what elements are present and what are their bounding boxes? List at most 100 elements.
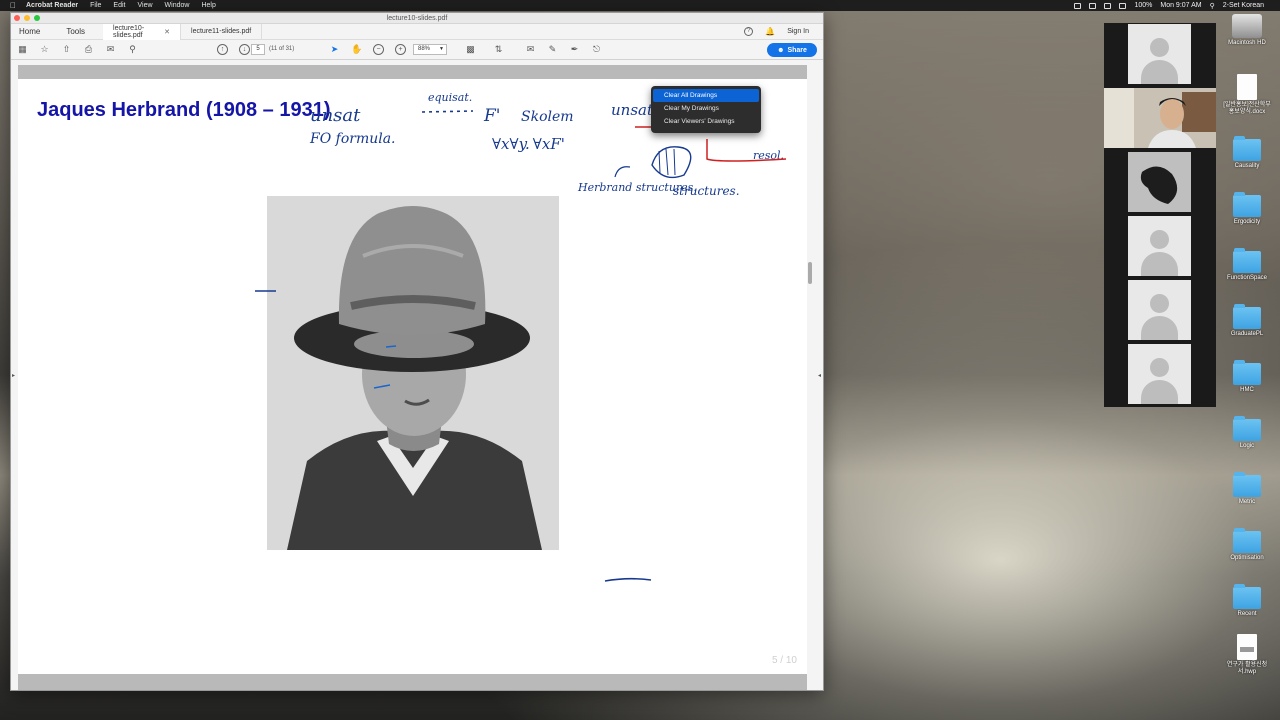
search-icon[interactable]: ⚲	[1210, 2, 1215, 10]
page-count: (11 of 31)	[269, 46, 295, 52]
slide-page-indicator: 5 / 10	[771, 655, 797, 666]
person-add-icon: ☻	[777, 46, 785, 54]
help-icon[interactable]: ?	[744, 27, 754, 36]
zoom-value: 88%	[418, 46, 431, 52]
desktop-icon-logic[interactable]: Logic	[1222, 416, 1272, 450]
toolbar: ▦ ☆ ⇧ ⎙ ✉ ⚲ ↑ ↓ 5 (11 of 31) ➤ ✋ − + 88%…	[11, 40, 823, 60]
battery-percent[interactable]: 100%	[1134, 2, 1152, 9]
page-gap-top	[18, 65, 807, 79]
notification-bell-icon[interactable]: 🔔	[765, 27, 775, 36]
clock[interactable]: Mon 9:07 AM	[1160, 2, 1201, 9]
desktop-icon-functionspace[interactable]: FunctionSpace	[1222, 248, 1272, 282]
participant-tile[interactable]	[1104, 23, 1216, 85]
desktop-icon-docx[interactable]: [일반홍보]전산학부 홍보양식.docx	[1222, 74, 1272, 116]
nav-home[interactable]: Home	[19, 27, 40, 36]
email-icon[interactable]: ✉	[105, 44, 116, 55]
search-icon[interactable]: ⚲	[127, 44, 138, 55]
participant-tile[interactable]	[1104, 279, 1216, 341]
desktop-icon-label: Logic	[1239, 443, 1255, 449]
participant-tile[interactable]	[1104, 343, 1216, 405]
annotation-equisat: equisat.	[428, 91, 472, 104]
highlight-pen-icon[interactable]: ✎	[547, 44, 558, 55]
menu-view[interactable]: View	[137, 2, 152, 9]
vertical-scrollbar[interactable]	[808, 262, 812, 284]
share-button[interactable]: ☻ Share	[767, 43, 817, 57]
desktop-icon-causality[interactable]: Causality	[1222, 136, 1272, 170]
participant-tile-video[interactable]	[1104, 87, 1216, 149]
participant-tile[interactable]	[1104, 215, 1216, 277]
close-tab-icon[interactable]: ✕	[164, 28, 170, 36]
pdf-page[interactable]: Jaques Herbrand (1908 – 1931) unsat FO f…	[18, 79, 807, 674]
desktop-icon-label: FunctionSpace	[1226, 275, 1268, 281]
folder-icon	[1233, 248, 1261, 273]
page-gap-bottom	[18, 674, 807, 690]
next-page-icon[interactable]: ↓	[239, 44, 250, 55]
fit-page-icon[interactable]: ▩	[465, 44, 476, 55]
portrait-image	[267, 196, 559, 550]
slide-title: Jaques Herbrand (1908 – 1931)	[37, 99, 331, 121]
desktop-icon-hmc[interactable]: HMC	[1222, 360, 1272, 394]
clear-my-drawings-item[interactable]: Clear My Drawings	[653, 102, 759, 115]
nav-tools[interactable]: Tools	[66, 27, 85, 36]
scroll-mode-icon[interactable]: ⇅	[493, 44, 504, 55]
desktop-icon-recent[interactable]: Recent	[1222, 584, 1272, 618]
desktop-icon-label: Ergodicity	[1233, 219, 1261, 225]
desktop-icon-macintosh-hd[interactable]: Macintosh HD	[1222, 14, 1272, 47]
participant-tile[interactable]	[1104, 151, 1216, 213]
hand-tool-icon[interactable]: ✋	[351, 44, 362, 55]
document-file-icon	[1237, 74, 1257, 100]
desktop-icon-hwp[interactable]: 연구가 활용신청서.hwp	[1222, 634, 1272, 676]
desktop-icon-label: Metric	[1238, 499, 1256, 505]
participant-strip	[1104, 23, 1216, 407]
left-panel-toggle-icon[interactable]: ▸	[12, 372, 15, 379]
desktop-icon-label: Optimisation	[1230, 555, 1264, 561]
input-source[interactable]: 2-Set Korean	[1223, 2, 1264, 9]
right-panel-toggle-icon[interactable]: ◂	[818, 372, 821, 379]
draw-icon[interactable]: ✒	[569, 44, 580, 55]
desktop-icon-label: Recent	[1237, 611, 1257, 617]
menu-file[interactable]: File	[90, 2, 101, 9]
annotation-herbrand-structures: Herbrand structures.	[577, 181, 697, 194]
page-number-input[interactable]: 5	[251, 44, 265, 55]
document-area: Jaques Herbrand (1908 – 1931) unsat FO f…	[11, 62, 823, 690]
select-cursor-icon[interactable]: ➤	[329, 44, 340, 55]
desktop-icon-metric[interactable]: Metric	[1222, 472, 1272, 506]
clear-viewers-drawings-item[interactable]: Clear Viewers' Drawings	[653, 115, 759, 128]
tab-lecture10[interactable]: lecture10-slides.pdf ✕	[103, 23, 182, 40]
comment-icon[interactable]: ✉	[525, 44, 536, 55]
upload-icon[interactable]: ⇧	[61, 44, 72, 55]
zoom-out-icon[interactable]: −	[373, 44, 384, 55]
clear-all-drawings-item[interactable]: Clear All Drawings	[653, 89, 759, 102]
menu-app-name[interactable]: Acrobat Reader	[26, 2, 78, 9]
desktop-icon-optimisation[interactable]: Optimisation	[1222, 528, 1272, 562]
menu-window[interactable]: Window	[165, 2, 190, 9]
hwp-file-icon	[1237, 634, 1257, 660]
menu-help[interactable]: Help	[201, 2, 215, 9]
zoom-in-icon[interactable]: +	[395, 44, 406, 55]
annotation-resol: resol.	[753, 149, 784, 162]
tab-lecture11[interactable]: lecture11-slides.pdf	[181, 23, 263, 40]
desktop-icon-graduatepl[interactable]: GraduatePL	[1222, 304, 1272, 338]
wifi-icon[interactable]	[1104, 2, 1112, 9]
desktop-icon-ergodicity[interactable]: Ergodicity	[1222, 192, 1272, 226]
folder-icon	[1233, 528, 1261, 553]
zoom-level-select[interactable]: 88% ▼	[413, 44, 447, 55]
stamp-icon[interactable]: ⎋	[591, 44, 602, 55]
annotation-structures: structures.	[673, 184, 740, 198]
annotation-forall-formula: ∀x∀y. ∀xF'	[492, 135, 565, 153]
previous-page-icon[interactable]: ↑	[217, 44, 228, 55]
apple-menu-icon[interactable]: 	[10, 1, 16, 10]
desktop-icon-label: [일반홍보]전산학부 홍보양식.docx	[1223, 102, 1271, 115]
save-icon[interactable]: ▦	[17, 44, 28, 55]
status-icon[interactable]	[1089, 2, 1097, 9]
sign-in-link[interactable]: Sign In	[787, 28, 809, 35]
print-icon[interactable]: ⎙	[83, 44, 94, 55]
avatar	[1128, 24, 1191, 84]
title-bar: lecture10-slides.pdf	[11, 13, 823, 24]
folder-icon	[1233, 584, 1261, 609]
bookmark-star-icon[interactable]: ☆	[39, 44, 50, 55]
menu-edit[interactable]: Edit	[113, 2, 125, 9]
folder-icon	[1233, 360, 1261, 385]
dropbox-icon[interactable]	[1074, 2, 1082, 9]
volume-icon[interactable]	[1119, 2, 1127, 9]
